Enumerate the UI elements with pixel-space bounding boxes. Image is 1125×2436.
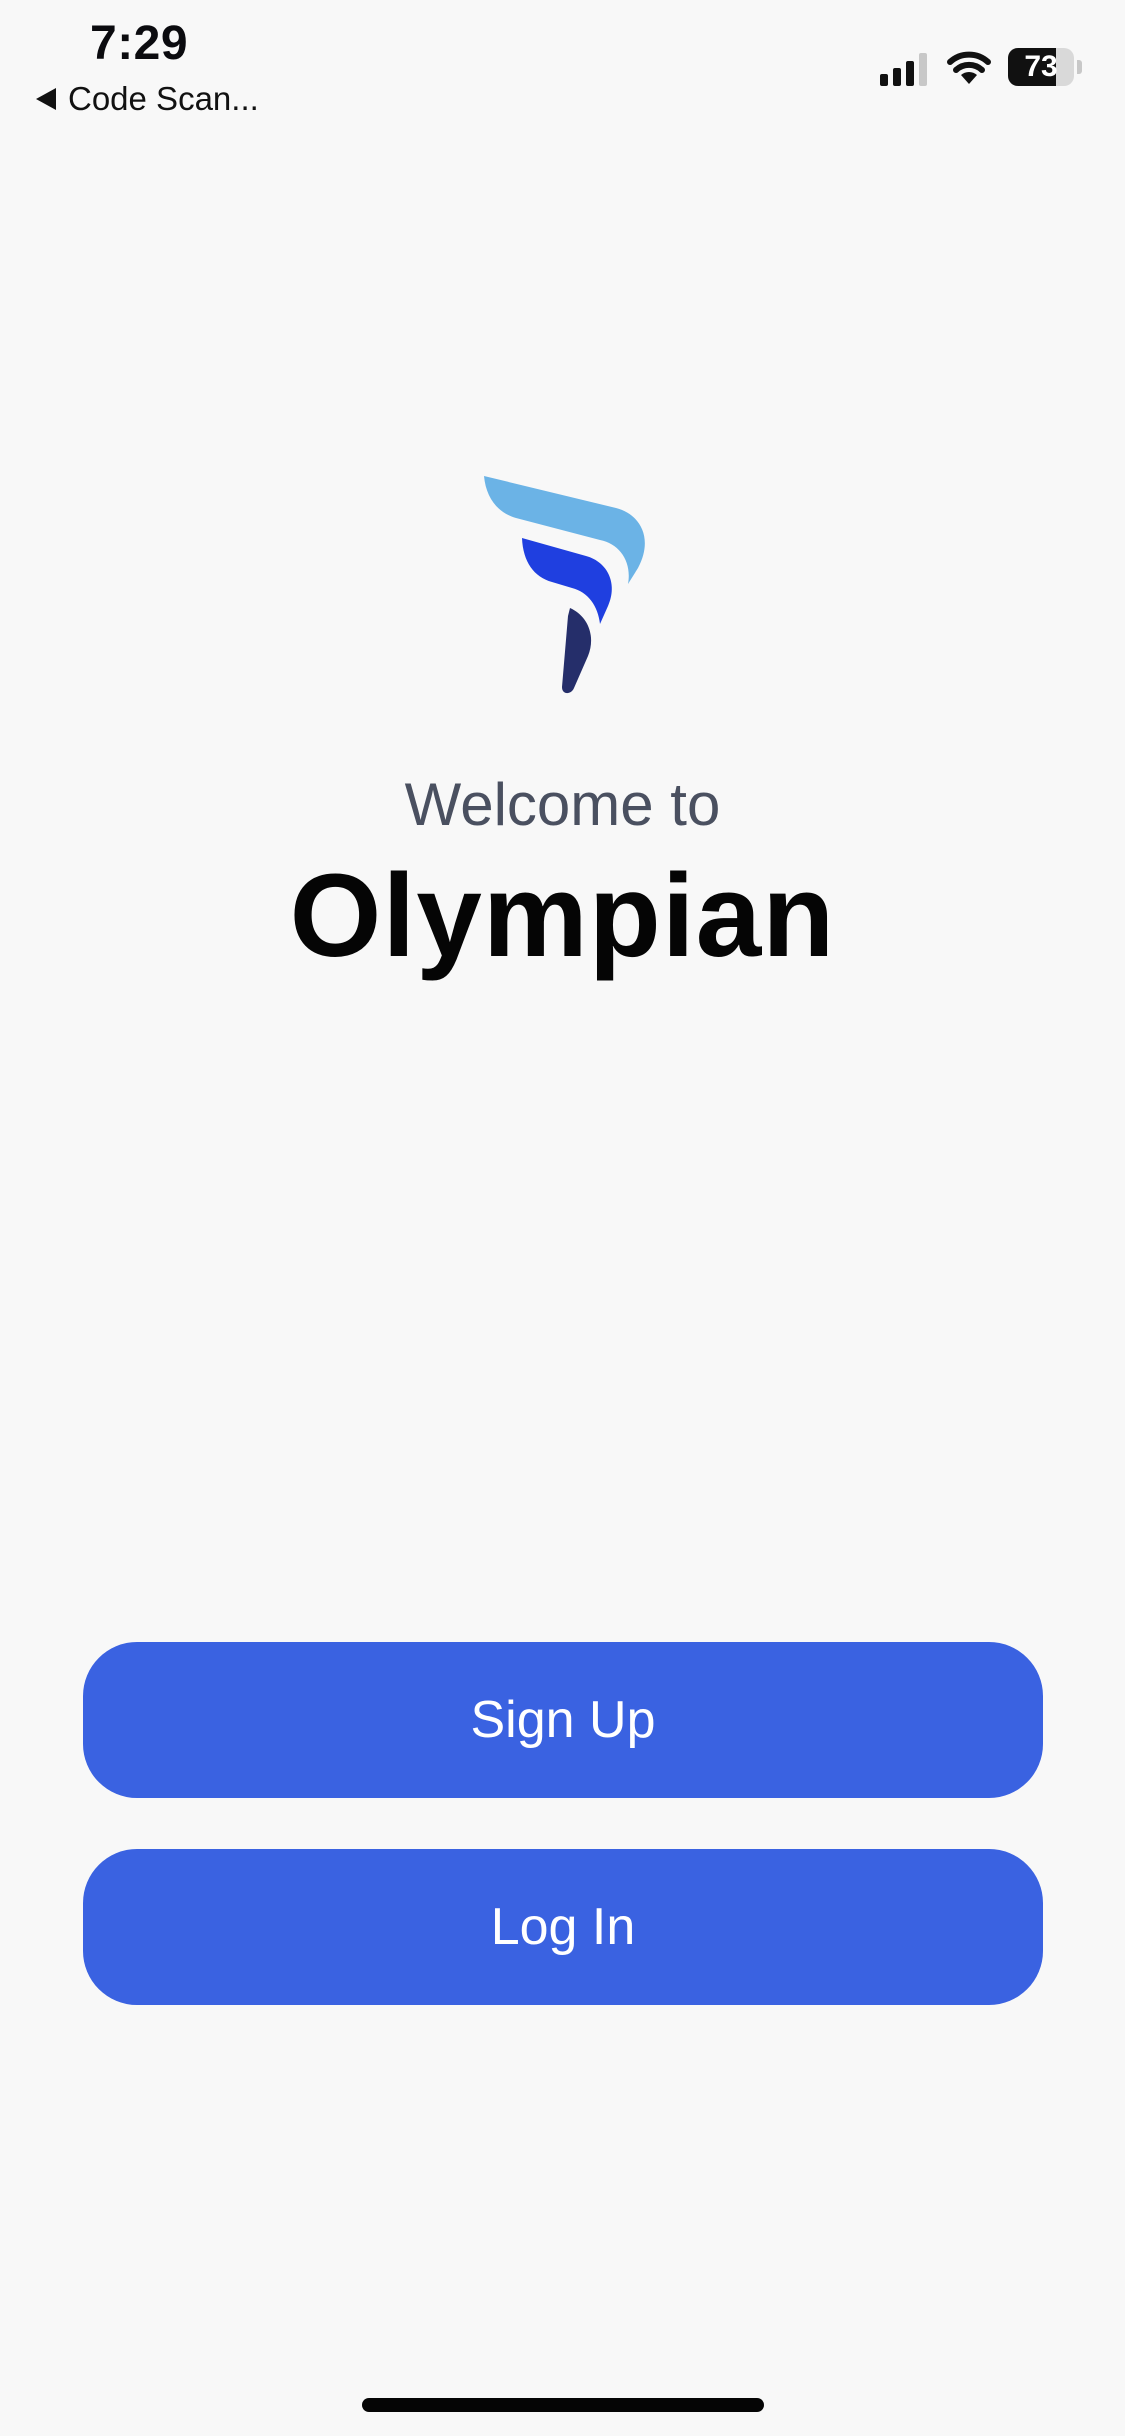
app-name-title: Olympian: [289, 850, 836, 982]
status-time: 7:29: [90, 17, 189, 70]
logo-middle-wing: [522, 538, 612, 624]
logo-stem: [562, 608, 592, 694]
battery-icon: 73: [1008, 48, 1074, 86]
status-bar: 7:29 Code Scan... 73: [0, 0, 1125, 140]
welcome-subtitle: Welcome to: [404, 771, 721, 838]
back-link-label: Code Scan...: [68, 80, 259, 117]
cellular-signal-icon: [880, 52, 927, 86]
olympian-logo-icon: [484, 476, 645, 694]
log-in-button[interactable]: Log In: [83, 1849, 1043, 2005]
battery-level: 73: [1024, 50, 1058, 83]
back-triangle-icon: [36, 88, 56, 110]
wifi-icon: [947, 51, 991, 84]
battery-cap: [1077, 60, 1082, 74]
home-indicator[interactable]: [362, 2398, 764, 2412]
back-to-app-link[interactable]: Code Scan...: [36, 80, 259, 118]
sign-up-button[interactable]: Sign Up: [83, 1642, 1043, 1798]
